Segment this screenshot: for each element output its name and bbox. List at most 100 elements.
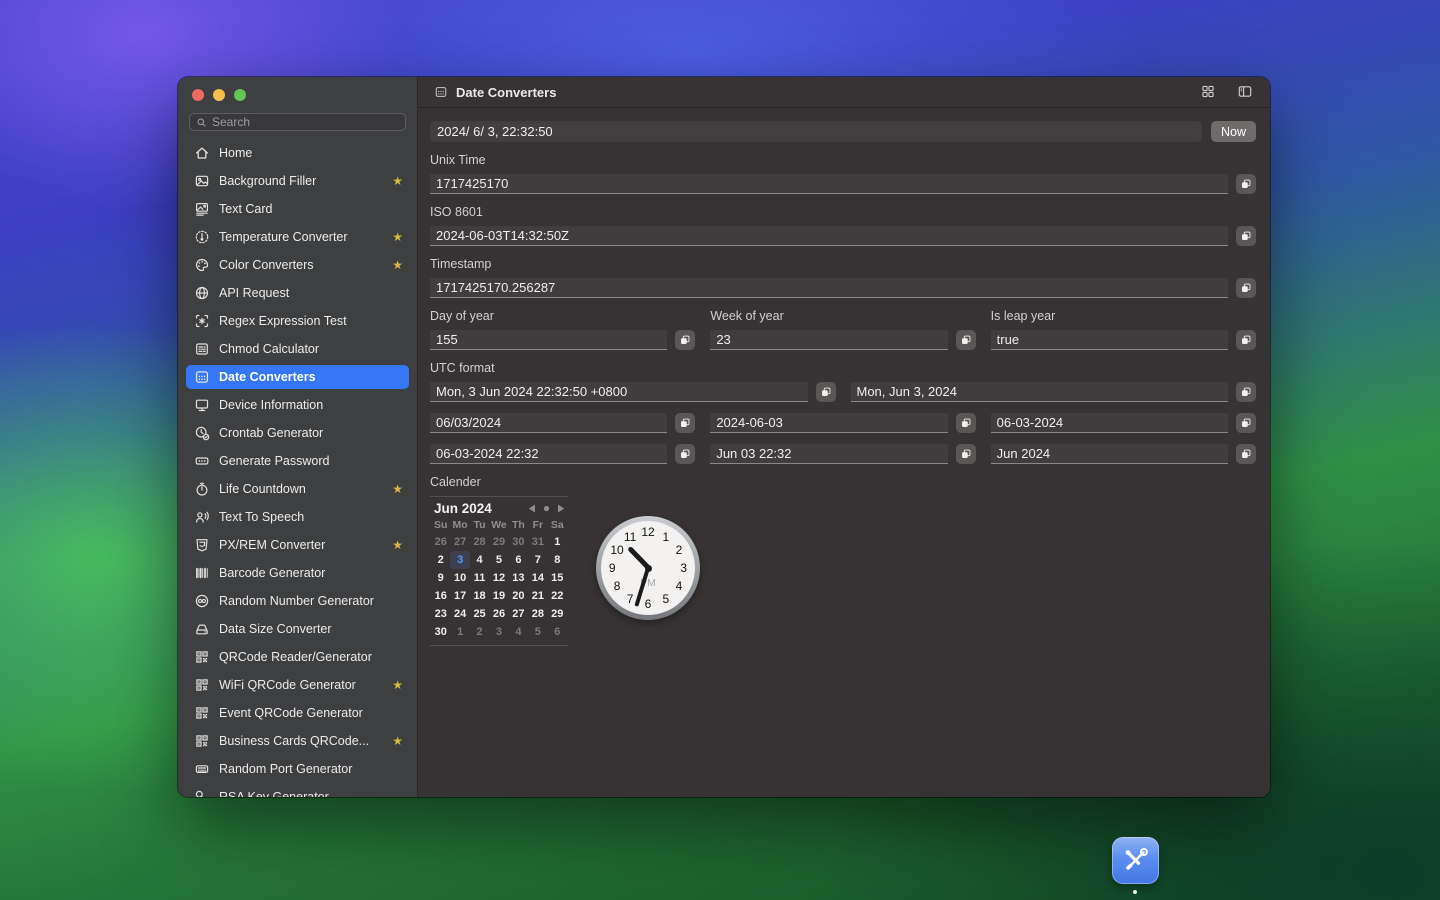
calendar-day[interactable]: 28 — [528, 605, 547, 623]
copy-button[interactable] — [1235, 444, 1256, 464]
sidebar-item-generate-password[interactable]: Generate Password ★ — [186, 449, 409, 473]
sidebar-item-event-qrcode-generator[interactable]: Event QRCode Generator ★ — [186, 701, 409, 725]
sidebar-item-api-request[interactable]: API Request ★ — [186, 281, 409, 305]
sidebar-item-device-information[interactable]: Device Information ★ — [186, 393, 409, 417]
calendar-day[interactable]: 17 — [450, 587, 469, 605]
copy-button[interactable] — [1236, 174, 1256, 194]
date-slash-field[interactable] — [430, 413, 668, 433]
sidebar-item-random-number-generator[interactable]: Random Number Generator ★ — [186, 589, 409, 613]
copy-button[interactable] — [955, 444, 976, 464]
calendar-day[interactable]: 27 — [450, 533, 469, 551]
sidebar-item-text-to-speech[interactable]: Text To Speech ★ — [186, 505, 409, 529]
copy-button[interactable] — [1236, 278, 1256, 298]
copy-button[interactable] — [1236, 382, 1256, 402]
datetime-picker-field[interactable] — [430, 121, 1202, 142]
calendar-prev-icon[interactable] — [528, 504, 536, 513]
grid-view-button[interactable] — [1199, 84, 1217, 100]
calendar-day[interactable]: 30 — [509, 533, 528, 551]
sidebar-item-background-filler[interactable]: Background Filler ★ — [186, 169, 409, 193]
sidebar-item-qrcode-reader-generator[interactable]: QRCode Reader/Generator ★ — [186, 645, 409, 669]
minimize-button[interactable] — [213, 89, 225, 101]
calendar-day[interactable]: 7 — [528, 551, 547, 569]
sidebar-item-business-cards-qrcode[interactable]: Business Cards QRCode... ★ — [186, 729, 409, 753]
calendar-day[interactable]: 1 — [450, 623, 469, 641]
close-button[interactable] — [192, 89, 204, 101]
calendar-day[interactable]: 10 — [450, 569, 469, 587]
calendar-day[interactable]: 15 — [548, 569, 567, 587]
calendar-day[interactable]: 2 — [431, 551, 450, 569]
calendar-day[interactable]: 9 — [431, 569, 450, 587]
calendar-today-icon[interactable] — [543, 505, 550, 512]
sidebar-item-home[interactable]: Home ★ — [186, 141, 409, 165]
calendar-day[interactable]: 20 — [509, 587, 528, 605]
calendar-day[interactable]: 4 — [509, 623, 528, 641]
calendar-day-selected[interactable]: 3 — [450, 551, 470, 569]
utc-long-field[interactable] — [430, 382, 808, 402]
date-iso-field[interactable] — [710, 413, 948, 433]
sidebar-item-life-countdown[interactable]: Life Countdown ★ — [186, 477, 409, 501]
calendar-day[interactable]: 19 — [489, 587, 508, 605]
calendar-day[interactable]: 26 — [431, 533, 450, 551]
sidebar-item-color-converters[interactable]: Color Converters ★ — [186, 253, 409, 277]
calendar-day[interactable]: 11 — [470, 569, 489, 587]
calendar-day[interactable]: 30 — [431, 623, 450, 641]
devtoys-dock-icon[interactable] — [1112, 837, 1159, 884]
calendar-day[interactable]: 25 — [470, 605, 489, 623]
sidebar-item-px-rem-converter[interactable]: PX/REM Converter ★ — [186, 533, 409, 557]
day-of-year-field[interactable] — [430, 330, 668, 350]
calendar-day[interactable]: 29 — [489, 533, 508, 551]
calendar-day[interactable]: 21 — [528, 587, 547, 605]
search-input[interactable] — [212, 115, 399, 129]
calendar-day[interactable]: 29 — [548, 605, 567, 623]
calendar-day[interactable]: 28 — [470, 533, 489, 551]
sidebar-item-barcode-generator[interactable]: Barcode Generator ★ — [186, 561, 409, 585]
month-day-time-field[interactable] — [710, 444, 948, 464]
is-leap-year-field[interactable] — [990, 330, 1228, 350]
calendar-day[interactable]: 12 — [489, 569, 508, 587]
utc-short-field[interactable] — [850, 382, 1228, 402]
calendar-day[interactable]: 3 — [489, 623, 508, 641]
iso8601-field[interactable] — [430, 226, 1228, 246]
calendar-day[interactable]: 13 — [509, 569, 528, 587]
calendar-day[interactable]: 2 — [470, 623, 489, 641]
sidebar-item-temperature-converter[interactable]: Temperature Converter ★ — [186, 225, 409, 249]
timestamp-field[interactable] — [430, 278, 1228, 298]
calendar-day[interactable]: 18 — [470, 587, 489, 605]
copy-button[interactable] — [1235, 330, 1256, 350]
copy-button[interactable] — [1236, 226, 1256, 246]
sidebar-item-chmod-calculator[interactable]: Chmod Calculator ★ — [186, 337, 409, 361]
copy-button[interactable] — [955, 330, 976, 350]
zoom-button[interactable] — [234, 89, 246, 101]
calendar-day[interactable]: 5 — [528, 623, 547, 641]
calendar-day[interactable]: 8 — [548, 551, 567, 569]
search-box[interactable] — [189, 113, 406, 131]
sidebar-item-rsa-key-generator[interactable]: RSA Key Generator ★ — [186, 785, 409, 797]
sidebar-item-data-size-converter[interactable]: Data Size Converter ★ — [186, 617, 409, 641]
calendar-day[interactable]: 23 — [431, 605, 450, 623]
now-button[interactable]: Now — [1210, 121, 1256, 142]
unix-time-field[interactable] — [430, 174, 1228, 194]
toggle-sidebar-button[interactable] — [1236, 84, 1254, 100]
calendar-day[interactable]: 6 — [548, 623, 567, 641]
calendar-day[interactable]: 16 — [431, 587, 450, 605]
sidebar-item-date-converters[interactable]: Date Converters ★ — [186, 365, 409, 389]
copy-button[interactable] — [1235, 413, 1256, 433]
copy-button[interactable] — [815, 382, 836, 402]
copy-button[interactable] — [675, 444, 696, 464]
date-dash-field[interactable] — [990, 413, 1228, 433]
sidebar-item-crontab-generator[interactable]: Crontab Generator ★ — [186, 421, 409, 445]
sidebar-item-text-card[interactable]: Text Card ★ — [186, 197, 409, 221]
copy-button[interactable] — [675, 413, 696, 433]
month-year-field[interactable] — [990, 444, 1228, 464]
calendar-next-icon[interactable] — [557, 504, 565, 513]
calendar-day[interactable]: 24 — [450, 605, 469, 623]
copy-button[interactable] — [675, 330, 696, 350]
calendar-day[interactable]: 4 — [470, 551, 489, 569]
week-of-year-field[interactable] — [710, 330, 948, 350]
calendar-day[interactable]: 27 — [509, 605, 528, 623]
calendar-day[interactable]: 6 — [509, 551, 528, 569]
calendar-day[interactable]: 31 — [528, 533, 547, 551]
calendar-day[interactable]: 22 — [548, 587, 567, 605]
date-dash-time-field[interactable] — [430, 444, 668, 464]
calendar-day[interactable]: 14 — [528, 569, 547, 587]
